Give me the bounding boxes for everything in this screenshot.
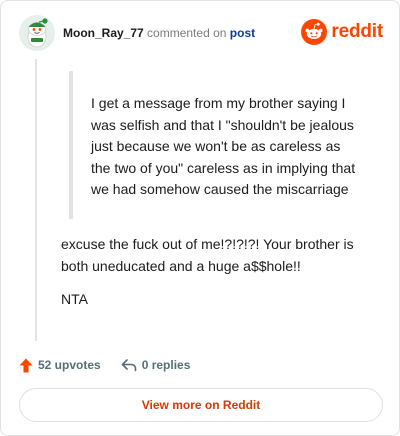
quote-text: I get a message from my brother saying I… [91,95,356,197]
reply-count[interactable]: 0 replies [121,358,191,372]
view-more-button[interactable]: View more on Reddit [19,388,383,422]
comment-byline: Moon_Ray_77 commented on post [63,26,255,40]
upvotes-label: 52 upvotes [38,358,101,372]
username-link[interactable]: Moon_Ray_77 [63,26,144,40]
comment-footer: 52 upvotes 0 replies [19,355,190,375]
reddit-wordmark: reddit [331,21,383,42]
upvote-arrow-icon [19,358,33,372]
replies-label: 0 replies [141,358,191,372]
reply-arrow-icon [121,359,137,372]
comment-paragraph: NTA [61,291,88,307]
post-link[interactable]: post [230,26,255,40]
reddit-brand[interactable]: reddit [301,19,383,45]
upvote-count[interactable]: 52 upvotes [19,358,101,373]
comment-header: Moon_Ray_77 commented on post reddit [19,15,383,51]
reddit-logo-icon [301,19,328,45]
snoo-avatar-icon[interactable] [19,15,55,51]
comment-paragraph: excuse the fuck out of me!?!?!?! Your br… [61,236,354,274]
block-quote: I get a message from my brother saying I… [69,71,359,219]
commented-on-text: commented on [147,26,227,40]
embedded-comment-card: Moon_Ray_77 commented on post reddit I g… [0,0,400,436]
thread-line [35,59,37,341]
